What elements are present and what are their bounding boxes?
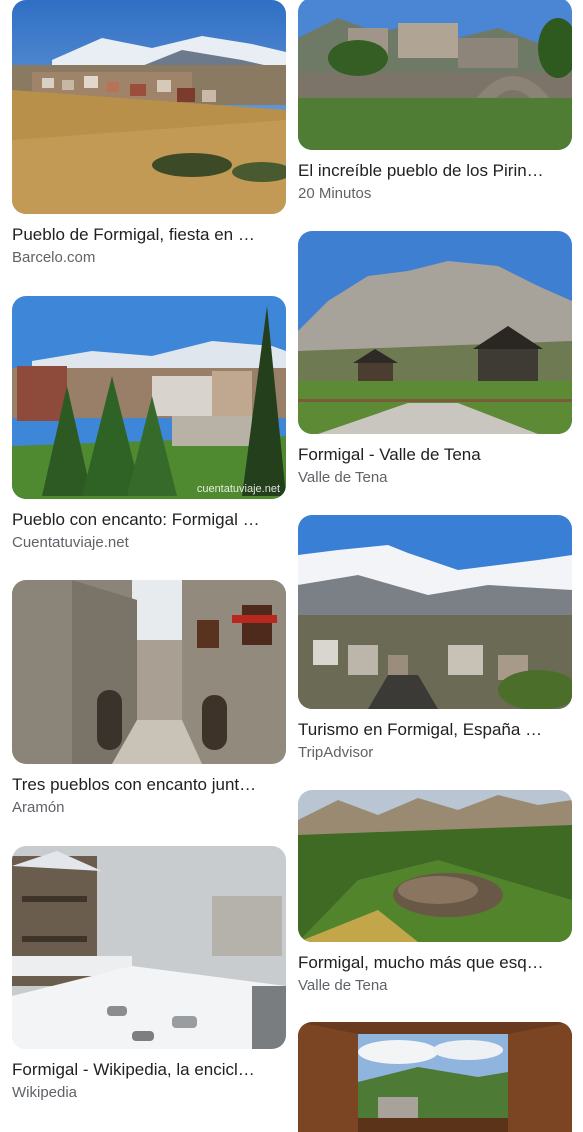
image-result-card[interactable]: cuentatuviaje.net Pueblo con encanto: Fo… [12, 296, 286, 553]
result-source: Aramón [12, 799, 65, 816]
result-source: Valle de Tena [298, 977, 388, 994]
result-thumbnail[interactable] [12, 580, 286, 764]
result-source: TripAdvisor [298, 744, 374, 761]
image-result-card[interactable]: Pueblo de Formigal, fiesta en … Barcelo.… [12, 0, 286, 268]
result-source: Wikipedia [12, 1084, 78, 1101]
image-result-card[interactable]: El increíble pueblo de los Pirin… 20 Min… [298, 0, 572, 204]
result-title[interactable]: Turismo en Formigal, España … [298, 719, 572, 741]
image-result-card[interactable]: Formigal - Wikipedia, la encicl… Wikiped… [12, 846, 286, 1103]
image-result-card[interactable]: Tres pueblos con encanto junt… Aramón [12, 580, 286, 818]
result-source: Valle de Tena [298, 469, 388, 486]
result-source: 20 Minutos [298, 185, 372, 202]
result-thumbnail[interactable] [298, 515, 572, 709]
result-title[interactable]: Formigal, mucho más que esq… [298, 952, 572, 974]
result-title[interactable]: Formigal - Wikipedia, la encicl… [12, 1059, 286, 1081]
result-source: Barcelo.com [12, 249, 96, 266]
image-result-card[interactable]: Turismo en Formigal, España … TripAdviso… [298, 515, 572, 763]
result-thumbnail[interactable] [12, 0, 286, 214]
result-title[interactable]: Pueblo con encanto: Formigal … [12, 509, 286, 531]
result-thumbnail[interactable] [298, 231, 572, 434]
image-result-card[interactable]: Formigal, mucho más que esq… Valle de Te… [298, 790, 572, 996]
watermark-text: cuentatuviaje.net [196, 483, 280, 495]
result-thumbnail[interactable] [298, 1022, 572, 1132]
result-title[interactable]: El increíble pueblo de los Pirin… [298, 160, 572, 182]
result-source: Cuentatuviaje.net [12, 534, 129, 551]
result-thumbnail[interactable]: cuentatuviaje.net [12, 296, 286, 499]
result-thumbnail[interactable] [298, 790, 572, 942]
result-title[interactable]: Tres pueblos con encanto junt… [12, 774, 286, 796]
result-thumbnail[interactable] [12, 846, 286, 1049]
result-title[interactable]: Pueblo de Formigal, fiesta en … [12, 224, 286, 246]
image-result-card[interactable]: Formigal - Valle de Tena Valle de Tena [298, 231, 572, 488]
result-title[interactable]: Formigal - Valle de Tena [298, 444, 572, 466]
image-result-card[interactable] [298, 1022, 572, 1132]
result-thumbnail[interactable] [298, 0, 572, 150]
